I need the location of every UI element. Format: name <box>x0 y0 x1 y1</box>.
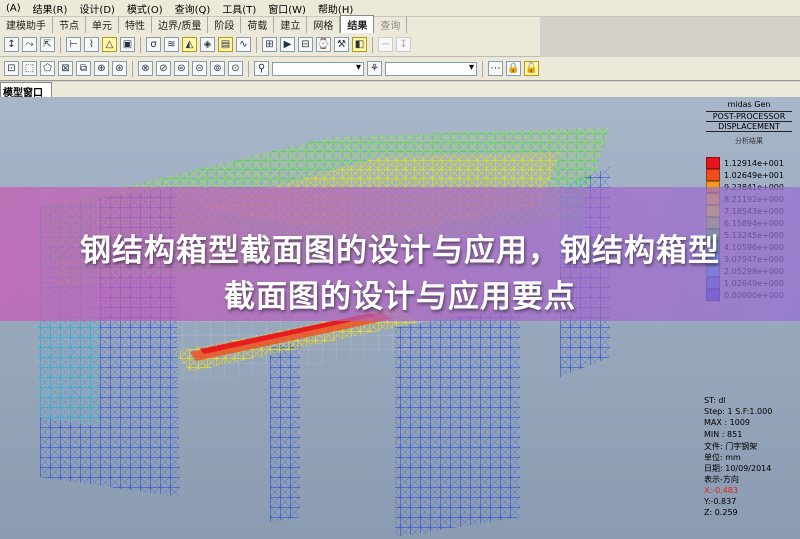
tab-elements[interactable]: 单元 <box>86 16 119 33</box>
select-all-icon[interactable]: ⊕ <box>94 61 109 76</box>
design-result-icon[interactable]: ⚒ <box>334 37 349 52</box>
unselect-icon[interactable]: ⊗ <box>138 61 153 76</box>
legend-info-line: Y:-0.837 <box>704 496 737 506</box>
menu-item-help[interactable]: 帮助(H) <box>312 1 359 16</box>
legend-result-type: DISPLACEMENT <box>706 122 792 132</box>
legend-info-line: X:-0.483 <box>704 485 738 495</box>
result-table-icon[interactable]: ⊞ <box>262 37 277 52</box>
active-group-combo[interactable] <box>272 61 364 76</box>
mode-shape-icon[interactable]: ∿ <box>236 37 251 52</box>
lock-icon[interactable]: 🔒 <box>506 61 521 76</box>
menu-item-file[interactable]: (A) <box>0 3 27 14</box>
beam-force-icon[interactable]: ⊢ <box>66 37 81 52</box>
query-node-icon[interactable]: ⊘ <box>156 61 171 76</box>
tab-loads[interactable]: 荷载 <box>241 16 275 33</box>
display-option-combo[interactable] <box>385 61 477 76</box>
menu-item-design[interactable]: 设计(D) <box>73 1 121 16</box>
legend-info-line: Step: 1 S.F:1.000 <box>704 407 773 417</box>
tab-modeling-assistant[interactable]: 建模助手 <box>0 16 53 33</box>
toolbar-separator <box>482 60 483 77</box>
solid-stress-icon[interactable]: ▤ <box>218 37 233 52</box>
menu-item-mode[interactable]: 模式(O) <box>121 1 169 16</box>
legend-info-line: MAX : 1009 <box>704 418 750 428</box>
legend-subtitle: 分析结果 <box>735 137 763 145</box>
tab-stage[interactable]: 阶段 <box>208 16 242 33</box>
legend-info-line: 文件: 门字钢架 <box>704 441 758 451</box>
legend-info-line: MIN : 851 <box>704 429 743 439</box>
displacement-icon[interactable]: ⇱ <box>40 37 55 52</box>
banner-title-line-2: 截面图的设计与应用要点 <box>224 279 576 315</box>
select-element-icon[interactable]: ⊠ <box>58 61 73 76</box>
legend-scale-row: 1.12914e+001 <box>706 157 784 169</box>
legend-scale-row: 1.02649e+001 <box>706 169 784 181</box>
select-polygon-icon[interactable]: ⬠ <box>40 61 55 76</box>
plate-stress-icon[interactable]: ◈ <box>200 37 215 52</box>
tab-boundary-mass[interactable]: 边界/质量 <box>152 16 209 33</box>
stress-icon[interactable]: σ <box>146 37 161 52</box>
truss-force-icon[interactable]: △ <box>102 37 117 52</box>
menu-item-tools[interactable]: 工具(T) <box>216 1 262 16</box>
legend-info-line: 日期: 10/09/2014 <box>704 464 772 474</box>
toolbar-separator <box>256 36 257 53</box>
disabled-tool-icon: ↧ <box>396 37 411 52</box>
active-identity-icon[interactable]: ⚲ <box>254 61 269 76</box>
legend-info-line: 表示-方向 <box>704 475 739 485</box>
title-banner: 钢结构箱型截面图的设计与应用，钢结构箱型 截面图的设计与应用要点 <box>0 187 800 321</box>
menu-bar: (A) 结果(R) 设计(D) 模式(O) 查询(Q) 工具(T) 窗口(W) … <box>0 0 800 17</box>
legend-info-line: ST: dl <box>704 396 726 405</box>
beam-diagram-icon[interactable]: ⌇ <box>84 37 99 52</box>
node-number-icon[interactable]: ⚘ <box>367 61 382 76</box>
legend-info-line: Z: 0.259 <box>704 508 738 517</box>
view-toolbar: ⊡ ⬚ ⬠ ⊠ ⧉ ⊕ ⊛ ⊗ ⊘ ⊜ ⊝ ⊚ ⊙ ⚲ ⚘ ⋯ 🔒 🔓 <box>0 57 800 81</box>
active-all-icon[interactable]: ⊚ <box>210 61 225 76</box>
ribbon-tabs: 建模助手 节点 单元 特性 边界/质量 阶段 荷载 建立 网格 结果 查询 <box>0 15 540 33</box>
tab-results[interactable]: 结果 <box>340 15 375 33</box>
toolbar-separator <box>372 36 373 53</box>
select-node-icon[interactable]: ⊡ <box>4 61 19 76</box>
menu-item-query[interactable]: 查询(Q) <box>169 1 217 16</box>
plate-force-icon[interactable]: ▣ <box>120 37 135 52</box>
legend-app-name: midas Gen <box>727 100 771 109</box>
grid-snap-icon[interactable]: ⋯ <box>488 61 503 76</box>
menu-item-window[interactable]: 窗口(W) <box>262 1 312 16</box>
tab-properties[interactable]: 特性 <box>119 16 152 33</box>
legend-processor: POST-PROCESSOR <box>706 111 792 122</box>
tab-query[interactable]: 查询 <box>374 16 408 33</box>
animation-icon[interactable]: ▶ <box>280 37 295 52</box>
unlock-icon[interactable]: 🔓 <box>524 61 539 76</box>
toolbar-separator <box>60 36 61 53</box>
tab-nodes[interactable]: 节点 <box>53 16 86 33</box>
select-group-icon[interactable]: ⧉ <box>76 61 91 76</box>
legend-color-swatch <box>706 169 720 181</box>
tab-mesh[interactable]: 网格 <box>307 16 341 33</box>
tab-build[interactable]: 建立 <box>274 16 308 33</box>
stress-contour-icon[interactable]: ◭ <box>182 37 197 52</box>
select-previous-icon[interactable]: ⊛ <box>112 61 127 76</box>
history-icon[interactable]: ⌚ <box>316 37 331 52</box>
deformed-shape-icon[interactable]: ⤳ <box>22 37 37 52</box>
legend-scale-value: 1.02649e+001 <box>724 170 784 180</box>
menu-item-results[interactable]: 结果(R) <box>27 1 74 16</box>
activate-icon[interactable]: ⊜ <box>174 61 189 76</box>
legend-scale-value: 1.12914e+001 <box>724 158 784 168</box>
model-window-tabbar: 模型窗口 <box>0 82 800 100</box>
toolbar-separator <box>140 36 141 53</box>
legend-color-swatch <box>706 157 720 169</box>
banner-title-line-1: 钢结构箱型截面图的设计与应用，钢结构箱型 <box>80 233 720 269</box>
select-window-icon[interactable]: ⬚ <box>22 61 37 76</box>
inactivate-icon[interactable]: ⊝ <box>192 61 207 76</box>
inverse-active-icon[interactable]: ⊙ <box>228 61 243 76</box>
toolbar-separator <box>132 60 133 77</box>
reaction-icon[interactable]: ↕ <box>4 37 19 52</box>
toolbar-separator <box>248 60 249 77</box>
section-view-icon[interactable]: ⊟ <box>298 37 313 52</box>
disabled-function-icon: ∼ <box>378 37 393 52</box>
result-summary-icon[interactable]: ◧ <box>352 37 367 52</box>
results-toolbar: ↕ ⤳ ⇱ ⊢ ⌇ △ ▣ σ ≋ ◭ ◈ ▤ ∿ ⊞ ▶ ⊟ ⌚ ⚒ ◧ ∼ … <box>0 33 540 57</box>
beam-stress-icon[interactable]: ≋ <box>164 37 179 52</box>
legend-info-line: 单位: mm <box>704 453 741 462</box>
